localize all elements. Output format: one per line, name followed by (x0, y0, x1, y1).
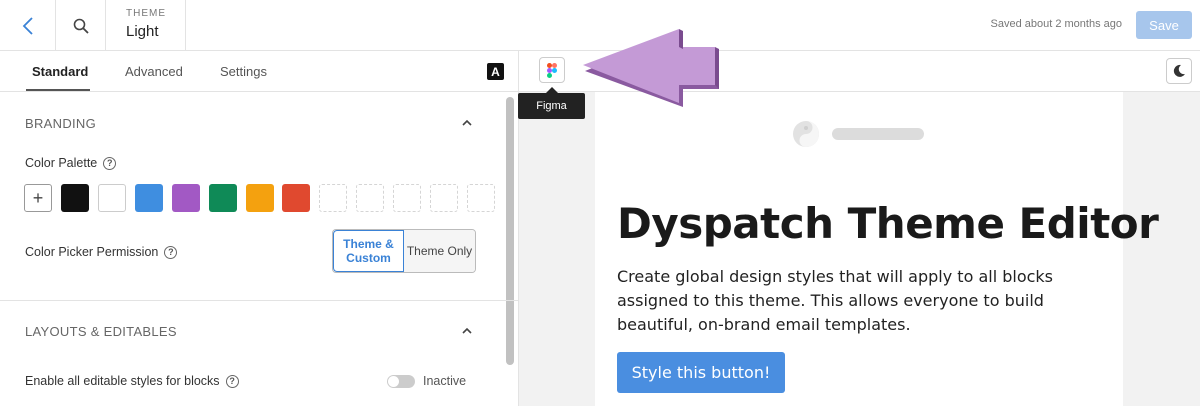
toggle-knob (388, 376, 399, 387)
empty-color-swatch[interactable] (430, 184, 458, 212)
settings-tabs: Standard Advanced Settings A (0, 51, 518, 92)
back-button[interactable] (0, 0, 56, 51)
color-picker-permission-label: Color Picker Permission (25, 245, 159, 259)
help-icon[interactable]: ? (164, 245, 178, 259)
email-body-text[interactable]: Create global design styles that will ap… (617, 265, 1087, 337)
color-swatch[interactable] (98, 184, 126, 212)
theme-label: THEME (126, 8, 166, 19)
active-tab-indicator (26, 89, 90, 91)
tab-settings[interactable]: Settings (220, 64, 267, 79)
saved-status: Saved about 2 months ago (990, 18, 1122, 30)
editable-styles-toggle[interactable] (387, 375, 415, 388)
editable-styles-field: Enable all editable styles for blocks ? (25, 374, 239, 388)
pointer-arrow-icon (583, 29, 719, 107)
email-preview: Dyspatch Theme Editor Create global desi… (595, 92, 1159, 406)
color-swatch[interactable] (246, 184, 274, 212)
color-swatch[interactable] (135, 184, 163, 212)
moon-icon (1173, 64, 1185, 77)
theme-value: Light (126, 23, 159, 40)
chevron-up-icon[interactable] (462, 326, 472, 336)
empty-color-swatch[interactable] (356, 184, 384, 212)
color-swatch[interactable] (209, 184, 237, 212)
font-toggle-button[interactable]: A (487, 63, 504, 80)
logo-placeholder-icon (793, 121, 819, 147)
panel-scrollbar[interactable] (506, 97, 514, 365)
chevron-up-icon[interactable] (462, 118, 472, 128)
section-divider (0, 300, 518, 301)
preview-area: Figma Dyspatch Theme Editor Create globa… (518, 29, 1200, 406)
color-picker-permission-field: Color Picker Permission ? (25, 245, 178, 259)
figma-icon (547, 62, 557, 78)
color-swatch[interactable] (172, 184, 200, 212)
theme-selector[interactable]: THEME Light (106, 0, 186, 51)
editable-styles-label: Enable all editable styles for blocks (25, 374, 220, 388)
help-icon[interactable]: ? (225, 374, 239, 388)
color-picker-permission-control: Theme & Custom Theme Only (332, 229, 476, 273)
color-palette-field: Color Palette ? (25, 156, 117, 170)
logo-placeholder-bar (832, 128, 924, 140)
empty-color-swatch[interactable] (467, 184, 495, 212)
figma-button[interactable] (539, 57, 565, 83)
empty-color-swatch[interactable] (393, 184, 421, 212)
color-swatch[interactable] (61, 184, 89, 212)
layouts-section-title: LAYOUTS & EDITABLES (25, 324, 177, 339)
email-cta-button[interactable]: Style this button! (617, 352, 785, 393)
dark-mode-button[interactable] (1166, 58, 1192, 84)
search-icon (73, 18, 89, 34)
figma-tooltip: Figma (518, 93, 585, 119)
settings-panel: Standard Advanced Settings A BRANDING Co… (0, 51, 519, 406)
color-palette-label: Color Palette (25, 156, 98, 170)
chevron-left-icon (22, 16, 33, 35)
color-swatch[interactable] (282, 184, 310, 212)
toggle-state-label: Inactive (423, 374, 467, 388)
email-title[interactable]: Dyspatch Theme Editor (617, 199, 1159, 248)
empty-color-swatch[interactable] (319, 184, 347, 212)
search-button[interactable] (56, 0, 106, 51)
save-button[interactable]: Save (1136, 11, 1192, 39)
option-theme-custom[interactable]: Theme & Custom (333, 230, 405, 272)
branding-section-title: BRANDING (25, 116, 97, 131)
tab-standard[interactable]: Standard (32, 64, 88, 79)
option-theme-only[interactable]: Theme Only (404, 230, 475, 272)
help-icon[interactable]: ? (103, 156, 117, 170)
tab-advanced[interactable]: Advanced (125, 64, 183, 79)
add-color-button[interactable]: + (24, 184, 52, 212)
